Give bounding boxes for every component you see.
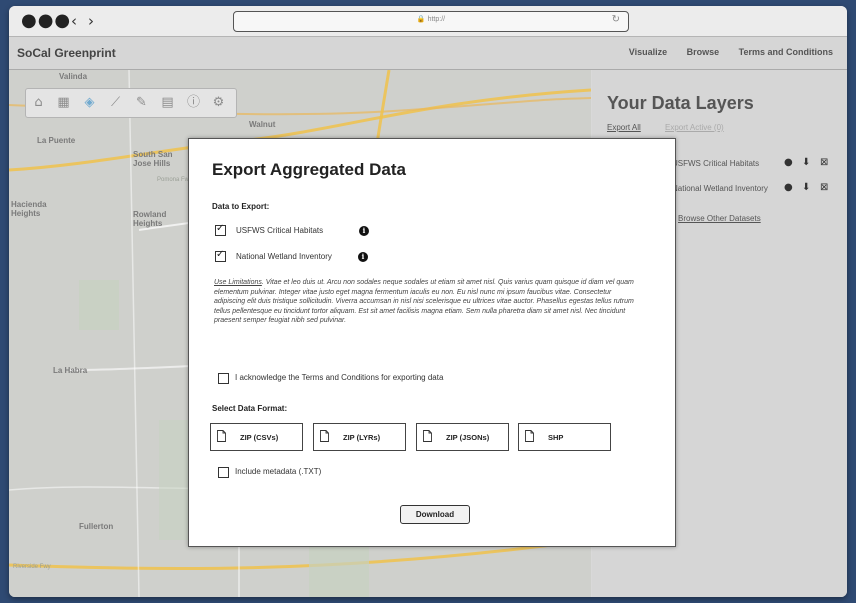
browse-datasets-link[interactable]: Browse Other Datasets (678, 214, 761, 223)
map-label: Valinda (59, 72, 88, 81)
info-icon[interactable]: ⓘ (186, 95, 201, 110)
map-label: Rowland Heights (133, 210, 167, 228)
print-icon[interactable]: ▤ (160, 95, 175, 110)
file-icon (217, 430, 226, 442)
file-icon (525, 430, 534, 442)
close-icon[interactable]: ⊠ (820, 182, 828, 193)
format-shp[interactable]: SHP (518, 423, 611, 451)
wetland-checkbox[interactable] (215, 249, 226, 262)
map-label: La Habra (53, 366, 88, 375)
home-icon[interactable]: ⌂ (31, 95, 46, 110)
browser-chrome: ●●● ‹ › 🔒 http:// ↻ (9, 6, 847, 37)
info-icon[interactable]: ● (784, 182, 793, 193)
export-active-link[interactable]: Export Active (0) (665, 123, 724, 132)
url-text: 🔒 http:// (416, 16, 446, 23)
layers-grid-icon[interactable]: ▦ (56, 95, 71, 110)
usfws-checkbox[interactable] (215, 223, 226, 236)
back-button[interactable]: ‹ (71, 12, 77, 30)
nav-terms[interactable]: Terms and Conditions (739, 47, 833, 57)
acknowledge-label: I acknowledge the Terms and Conditions f… (235, 373, 444, 382)
brand-title[interactable]: SoCal Greenprint (17, 46, 116, 60)
close-icon[interactable]: ⊠ (820, 157, 828, 168)
map-label: South San Jose Hills (133, 150, 173, 168)
format-name: ZIP (JSONs) (446, 433, 490, 442)
use-limitations-link[interactable]: Use Limitations (214, 279, 262, 286)
measure-icon[interactable]: ⟋ (108, 95, 123, 110)
nav-browse[interactable]: Browse (687, 47, 720, 57)
dataset-label: USFWS Critical Habitats (236, 226, 324, 235)
window-controls[interactable]: ●●● (21, 12, 71, 30)
info-icon[interactable]: i (359, 226, 369, 236)
download-button[interactable]: Download (400, 505, 470, 524)
edit-icon[interactable]: ✎ (134, 95, 149, 110)
address-bar[interactable]: 🔒 http:// ↻ (233, 11, 629, 32)
map-label: Pomona Fwy (157, 177, 193, 183)
map-label: Riverside Fwy (13, 564, 51, 570)
format-name: SHP (548, 433, 564, 442)
app-header: SoCal Greenprint Visualize Browse Terms … (9, 37, 847, 70)
format-zip-jsons[interactable]: ZIP (JSONs) (416, 423, 509, 451)
dataset-label: National Wetland Inventory (236, 252, 332, 261)
map-label: La Puente (37, 136, 76, 145)
layer-name: USFWS Critical Habitats (672, 159, 760, 168)
file-icon (320, 430, 329, 442)
info-icon[interactable]: ● (784, 157, 793, 168)
layer-name: National Wetland Inventory (672, 184, 768, 193)
format-label: Select Data Format: (212, 404, 288, 413)
format-zip-csvs[interactable]: ZIP (CSVs) (210, 423, 303, 451)
metadata-checkbox[interactable] (218, 467, 229, 478)
map-toolbar: ⌂ ▦ ◈ ⟋ ✎ ▤ ⓘ ⚙ (25, 88, 237, 118)
map-label: Fullerton (79, 522, 114, 531)
metadata-label: Include metadata (.TXT) (235, 467, 322, 476)
info-icon[interactable]: i (358, 252, 368, 262)
format-name: ZIP (LYRs) (343, 433, 381, 442)
data-to-export-label: Data to Export: (212, 202, 270, 211)
forward-button[interactable]: › (88, 12, 94, 30)
top-nav: Visualize Browse Terms and Conditions (612, 47, 833, 57)
settings-icon[interactable]: ⚙ (211, 95, 226, 110)
modal-title: Export Aggregated Data (212, 160, 406, 179)
format-name: ZIP (CSVs) (240, 433, 279, 442)
panel-title: Your Data Layers (607, 93, 754, 113)
format-zip-lyrs[interactable]: ZIP (LYRs) (313, 423, 406, 451)
map-label: Hacienda Heights (11, 200, 47, 218)
terms-body: . Vitae et leo duis ut. Arcu non sodales… (214, 279, 634, 324)
reload-icon[interactable]: ↻ (612, 14, 620, 25)
export-all-link[interactable]: Export All (607, 123, 641, 132)
file-icon (423, 430, 432, 442)
download-icon[interactable]: ⬇ (802, 157, 810, 168)
export-modal: Export Aggregated Data Data to Export: U… (188, 138, 676, 547)
nav-visualize[interactable]: Visualize (629, 47, 667, 57)
stack-icon[interactable]: ◈ (82, 95, 97, 110)
use-limitations-text: Use Limitations. Vitae et leo duis ut. A… (214, 278, 634, 326)
acknowledge-checkbox[interactable] (218, 373, 229, 384)
map-label: Walnut (249, 120, 276, 129)
download-icon[interactable]: ⬇ (802, 182, 810, 193)
